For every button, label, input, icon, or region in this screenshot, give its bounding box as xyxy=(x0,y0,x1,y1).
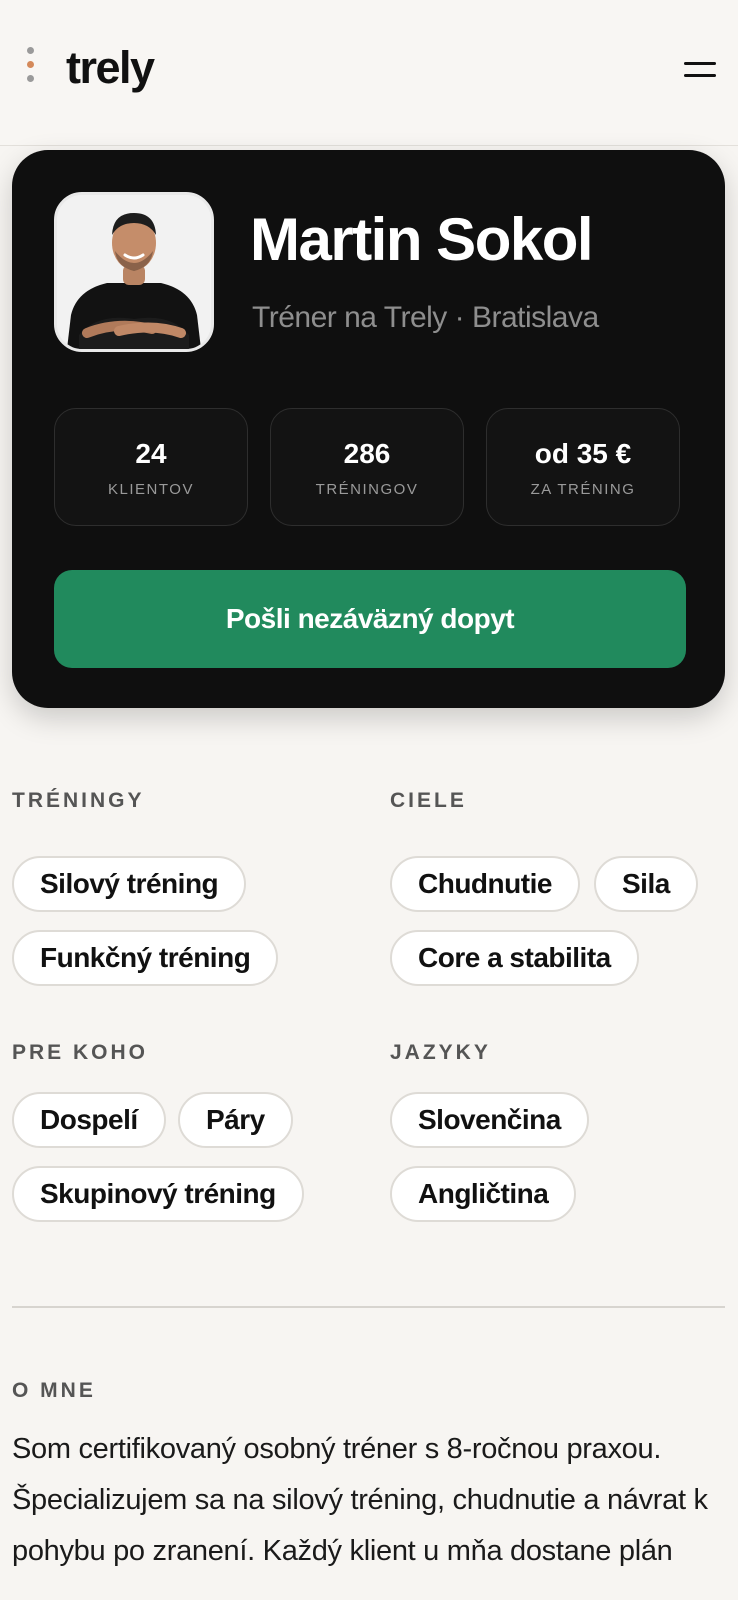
hamburger-menu-icon[interactable] xyxy=(682,58,718,82)
trainer-subtitle: Tréner na Trely · Bratislava xyxy=(252,301,599,334)
trainer-name: Martin Sokol xyxy=(250,206,594,273)
section-title-treningy: TRÉNINGY xyxy=(12,789,145,812)
chip-audience[interactable]: Skupinový tréning xyxy=(12,1166,304,1222)
chip-language[interactable]: Angličtina xyxy=(390,1166,577,1222)
stat-value: 286 xyxy=(343,438,391,469)
section-title-about: O MNE xyxy=(12,1379,96,1402)
avatar xyxy=(54,192,214,352)
profile-card: Martin Sokol Tréner na Trely · Bratislav… xyxy=(12,150,725,708)
section-title-jazyky: JAZYKY xyxy=(390,1041,491,1064)
stat-label: KLIENTOV xyxy=(108,481,194,498)
section-divider xyxy=(12,1306,725,1308)
chip-audience[interactable]: Dospelí xyxy=(12,1092,166,1148)
top-header: trely xyxy=(0,0,738,146)
about-text: Som certifikovaný osobný tréner s 8-ročn… xyxy=(12,1433,708,1567)
section-title-ciele: CIELE xyxy=(390,789,467,812)
stat-label: TRÉNINGOV xyxy=(315,481,419,498)
chip-training[interactable]: Silový tréning xyxy=(12,856,247,912)
stat-value: od 35 € xyxy=(534,438,632,469)
stat-label: ZA TRÉNING xyxy=(530,481,636,498)
chip-training[interactable]: Funkčný tréning xyxy=(12,930,279,986)
logo[interactable]: trely xyxy=(66,40,155,96)
send-inquiry-button[interactable]: Pošli nezáväzný dopyt xyxy=(54,570,686,668)
stat-trainings: 286 TRÉNINGOV xyxy=(270,408,464,526)
chip-goal[interactable]: Core a stabilita xyxy=(390,930,639,986)
chip-goal[interactable]: Chudnutie xyxy=(390,856,580,912)
section-title-pre-koho: PRE KOHO xyxy=(12,1041,149,1064)
logo-dots-icon xyxy=(27,47,35,87)
stat-clients: 24 KLIENTOV xyxy=(54,408,248,526)
chip-audience[interactable]: Páry xyxy=(178,1092,293,1148)
chip-language[interactable]: Slovenčina xyxy=(390,1092,589,1148)
stat-price: od 35 € ZA TRÉNING xyxy=(486,408,680,526)
stat-value: 24 xyxy=(135,438,167,469)
chip-goal[interactable]: Sila xyxy=(594,856,698,912)
